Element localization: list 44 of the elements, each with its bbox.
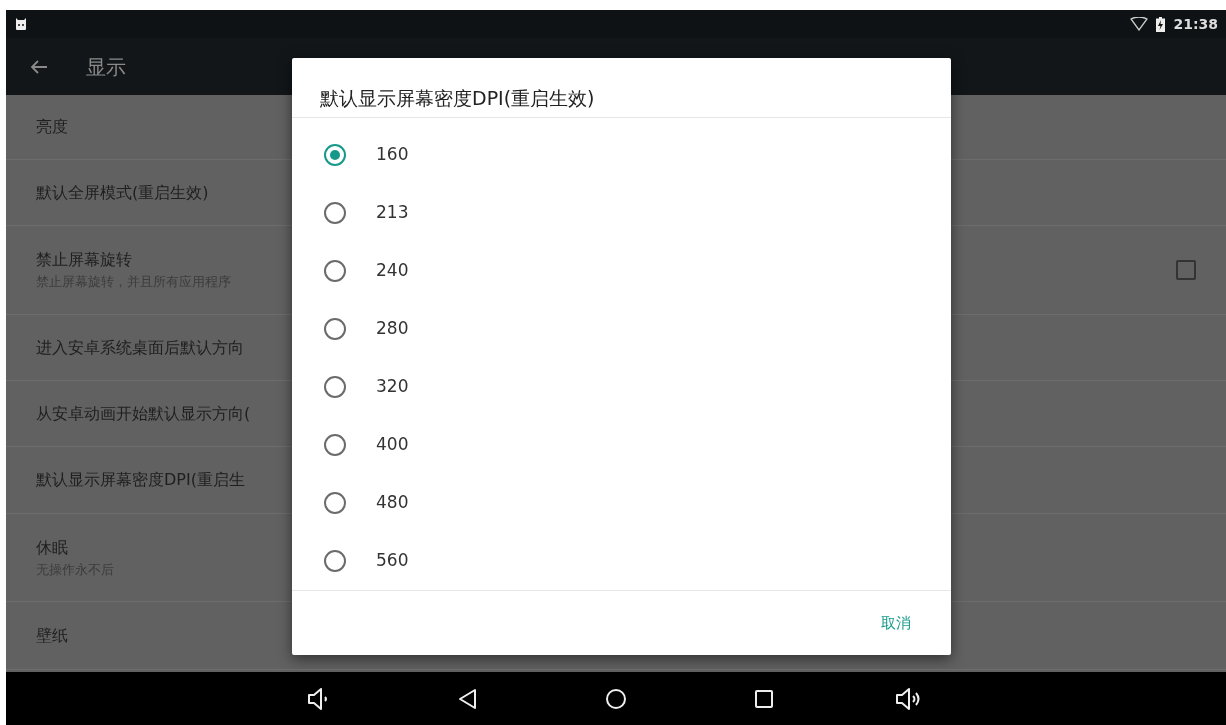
radio-button[interactable] <box>324 143 346 166</box>
radio-button[interactable] <box>324 317 346 340</box>
setting-title: 默认全屏模式(重启生效) <box>36 181 209 204</box>
back-icon[interactable] <box>458 687 478 710</box>
clock-time: 21:38 <box>1173 14 1218 34</box>
dpi-option[interactable]: 560 <box>292 531 951 590</box>
dpi-option[interactable]: 400 <box>292 415 951 474</box>
dpi-option[interactable]: 213 <box>292 183 951 242</box>
radio-button[interactable] <box>324 259 346 282</box>
setting-title: 休眠 <box>36 536 69 559</box>
radio-button[interactable] <box>324 375 346 398</box>
android-icon <box>14 17 28 31</box>
setting-title: 从安卓动画开始默认显示方向( <box>36 402 251 425</box>
option-label: 480 <box>376 490 409 514</box>
dpi-option[interactable]: 320 <box>292 357 951 416</box>
screen-title: 显示 <box>86 53 126 81</box>
option-label: 160 <box>376 142 409 166</box>
recents-icon[interactable] <box>754 688 774 709</box>
setting-title: 亮度 <box>36 116 68 138</box>
radio-button[interactable] <box>324 201 346 224</box>
dpi-option[interactable]: 480 <box>292 473 951 532</box>
dpi-option[interactable]: 160 <box>292 125 951 184</box>
radio-button[interactable] <box>324 491 346 514</box>
option-label: 240 <box>376 258 409 282</box>
dialog-title: 默认显示屏幕密度DPI(重启生效) <box>292 58 951 118</box>
dpi-option[interactable]: 280 <box>292 299 951 358</box>
option-label: 320 <box>376 374 409 398</box>
option-label: 280 <box>376 316 409 340</box>
radio-button[interactable] <box>324 433 346 456</box>
setting-title: 壁纸 <box>36 624 68 647</box>
home-icon[interactable] <box>605 687 627 710</box>
checkbox[interactable] <box>1176 260 1196 280</box>
setting-title: 进入安卓系统桌面后默认方向 <box>36 336 244 359</box>
wifi-icon <box>1130 17 1149 31</box>
battery-charging-icon <box>1156 16 1166 32</box>
cancel-button[interactable]: 取消 <box>875 610 917 635</box>
back-arrow-icon[interactable] <box>30 58 48 75</box>
setting-title: 禁止屏幕旋转 <box>36 249 133 272</box>
dpi-option[interactable]: 240 <box>292 241 951 300</box>
setting-title: 默认显示屏幕密度DPI(重启生 <box>36 469 245 491</box>
option-label: 400 <box>376 432 409 456</box>
option-label: 560 <box>376 548 409 572</box>
option-label: 213 <box>376 200 409 224</box>
radio-button[interactable] <box>324 549 346 572</box>
